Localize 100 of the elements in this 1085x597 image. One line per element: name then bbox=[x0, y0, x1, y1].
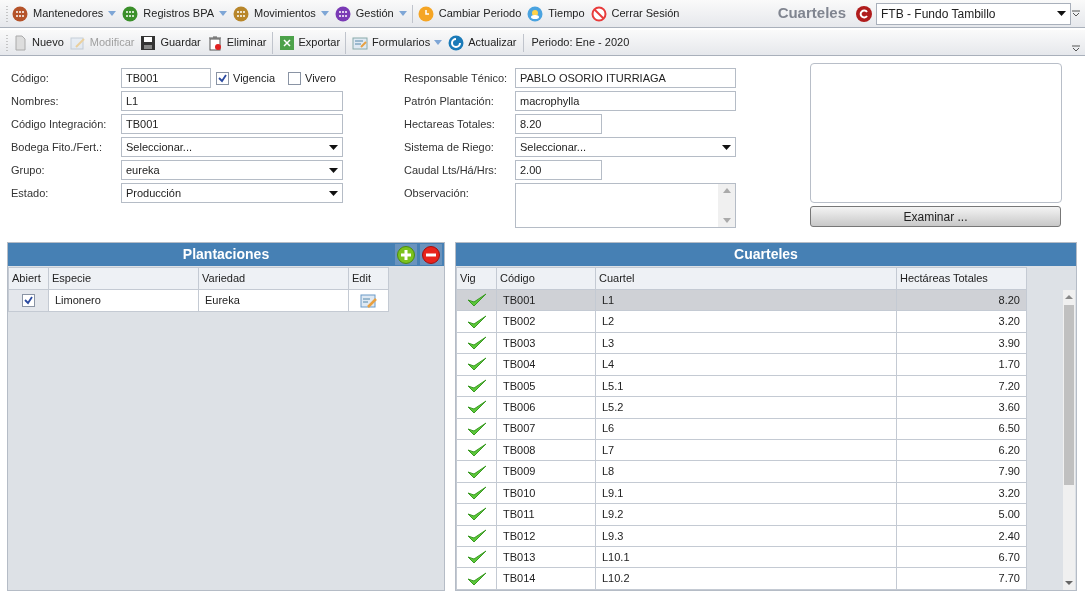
column-header[interactable]: Vig bbox=[456, 267, 497, 290]
field-label: Estado: bbox=[11, 186, 50, 201]
table-cell: TB009 bbox=[496, 460, 596, 483]
table-cell: 3.20 bbox=[896, 482, 1027, 504]
scroll-down-icon bbox=[722, 218, 731, 223]
scroll-up-icon bbox=[1065, 293, 1073, 301]
table-cell: 5.00 bbox=[896, 503, 1027, 526]
field-label: Responsable Ténico: bbox=[404, 71, 509, 86]
table-cell: L5.2 bbox=[595, 396, 897, 419]
table-row[interactable]: TB008 L7 6.20 bbox=[456, 439, 1027, 461]
table-cell: TB001 bbox=[496, 289, 596, 311]
table-row[interactable]: TB001 L1 8.20 bbox=[456, 289, 1027, 311]
table-cell: TB014 bbox=[496, 568, 596, 590]
input-field[interactable]: 2.00 bbox=[515, 160, 602, 180]
field-label: Bodega Fito./Fert.: bbox=[11, 140, 104, 155]
table-cell: 6.50 bbox=[896, 418, 1027, 440]
table-cell: L10.2 bbox=[595, 568, 897, 590]
table-cell: TB004 bbox=[496, 353, 596, 376]
dropdown-caret-icon bbox=[219, 11, 228, 16]
table-row[interactable]: TB009 L8 7.90 bbox=[456, 460, 1027, 483]
checkbox[interactable]: Vigencia bbox=[216, 68, 275, 88]
column-header[interactable]: Hectáreas Totales bbox=[896, 267, 1027, 290]
table-cell: L6 bbox=[595, 418, 897, 440]
toolbar-button[interactable]: Nuevo bbox=[9, 31, 67, 54]
dropdown-caret-icon bbox=[398, 11, 407, 16]
table-row[interactable]: TB010 L9.1 3.20 bbox=[456, 482, 1027, 504]
table-row[interactable]: TB013 L10.1 6.70 bbox=[456, 546, 1027, 568]
dropdown-field[interactable]: Seleccionar... bbox=[121, 137, 343, 157]
company-select[interactable]: FTB - Fundo Tambillo bbox=[876, 2, 1071, 25]
column-header[interactable]: Especie bbox=[48, 267, 199, 290]
input-field[interactable]: PABLO OSORIO ITURRIAGA bbox=[515, 68, 736, 88]
period-label: Periodo: Ene - 2020 bbox=[530, 35, 631, 51]
table-cell: 3.60 bbox=[896, 396, 1027, 419]
input-field[interactable]: TB001 bbox=[121, 114, 343, 134]
table-row[interactable]: TB002 L2 3.20 bbox=[456, 310, 1027, 333]
panel-title: Plantaciones bbox=[182, 245, 270, 264]
table-row[interactable]: TB011 L9.2 5.00 bbox=[456, 503, 1027, 526]
input-field[interactable]: TB001 bbox=[121, 68, 211, 88]
column-header[interactable]: Cuartel bbox=[595, 267, 897, 290]
table-cell: 2.40 bbox=[896, 525, 1027, 547]
edit-button[interactable] bbox=[359, 292, 378, 309]
table-row[interactable]: TB012 L9.3 2.40 bbox=[456, 525, 1027, 547]
dropdown-field[interactable]: Seleccionar... bbox=[515, 137, 736, 157]
table-row[interactable]: TB007 L6 6.50 bbox=[456, 418, 1027, 440]
menu-item[interactable]: Mantenedores bbox=[9, 2, 120, 25]
menu-item[interactable]: Tiempo bbox=[524, 2, 588, 25]
add-button[interactable] bbox=[395, 244, 417, 265]
toolbar-button[interactable]: Eliminar bbox=[203, 31, 270, 54]
dropdown-caret-icon bbox=[1057, 11, 1066, 16]
overflow-chevron-icon bbox=[1071, 43, 1081, 54]
table-cell: 6.70 bbox=[896, 546, 1027, 568]
toolbar-button[interactable]: Guardar bbox=[137, 31, 204, 54]
column-header[interactable]: Abiert bbox=[8, 267, 49, 290]
table-cell: Limonero bbox=[48, 289, 199, 312]
table-cell: 7.20 bbox=[896, 375, 1027, 397]
input-field[interactable]: L1 bbox=[121, 91, 343, 111]
column-header[interactable]: Edit bbox=[348, 267, 389, 290]
table-cell: L3 bbox=[595, 332, 897, 354]
table-cell: L7 bbox=[595, 439, 897, 461]
table-row[interactable]: TB005 L5.1 7.20 bbox=[456, 375, 1027, 397]
checkbox[interactable] bbox=[22, 294, 35, 307]
toolbar-button[interactable]: Actualizar bbox=[445, 31, 520, 54]
dropdown-field[interactable]: Producción bbox=[121, 183, 343, 203]
table-cell: L9.3 bbox=[595, 525, 897, 547]
input-field[interactable]: macrophylla bbox=[515, 91, 736, 111]
column-header[interactable]: Código bbox=[496, 267, 596, 290]
column-header[interactable]: Variedad bbox=[198, 267, 349, 290]
menu-item[interactable]: Registros BPA bbox=[119, 2, 231, 25]
table-cell: TB011 bbox=[496, 503, 596, 526]
toolbar-button[interactable]: Exportar bbox=[271, 31, 344, 54]
table-row[interactable]: TB003 L3 3.90 bbox=[456, 332, 1027, 354]
menu-item[interactable]: Cerrar Sesión bbox=[587, 2, 683, 25]
table-row[interactable]: TB006 L5.2 3.60 bbox=[456, 396, 1027, 419]
field-label: Grupo: bbox=[11, 163, 46, 178]
dropdown-field[interactable]: eureka bbox=[121, 160, 343, 180]
menu-item[interactable]: Movimientos bbox=[230, 2, 332, 25]
table-cell: 3.90 bbox=[896, 332, 1027, 354]
table-cell: TB006 bbox=[496, 396, 596, 419]
table-cell: TB008 bbox=[496, 439, 596, 461]
table-row[interactable]: TB014 L10.2 7.70 bbox=[456, 568, 1027, 590]
remove-button[interactable] bbox=[420, 244, 442, 265]
checkbox[interactable]: Vivero bbox=[288, 68, 336, 88]
module-title: Cuarteles bbox=[777, 3, 846, 24]
menu-item[interactable]: Gestión bbox=[331, 2, 410, 25]
edit-icon bbox=[69, 34, 86, 51]
toolbar-button[interactable]: Formularios bbox=[345, 31, 446, 54]
table-cell: L4 bbox=[595, 353, 897, 376]
overflow-chevron-icon bbox=[1071, 8, 1081, 19]
menu-item[interactable]: Cambiar Periodo bbox=[414, 2, 525, 25]
examinar-button[interactable]: Examinar ... bbox=[810, 206, 1061, 227]
scrollbar[interactable] bbox=[1063, 290, 1075, 590]
company-logo-icon bbox=[856, 5, 872, 22]
table-cell: TB003 bbox=[496, 332, 596, 354]
table-cell: 3.20 bbox=[896, 310, 1027, 333]
input-field[interactable]: 8.20 bbox=[515, 114, 602, 134]
form-icon bbox=[352, 34, 369, 51]
table-row[interactable]: TB004 L4 1.70 bbox=[456, 353, 1027, 376]
dropdown-caret-icon bbox=[329, 190, 338, 196]
plus-icon bbox=[397, 245, 415, 264]
trash-can-icon bbox=[206, 34, 223, 51]
